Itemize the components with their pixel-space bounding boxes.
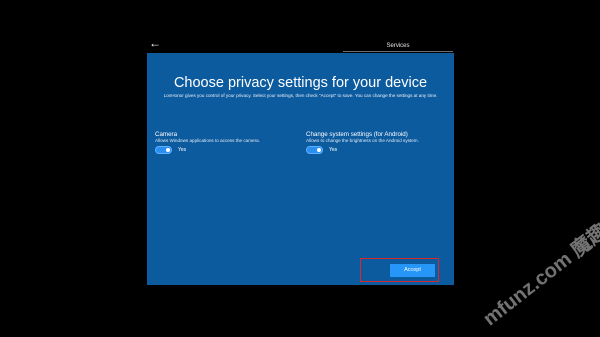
toggle-state-label: Yes bbox=[178, 147, 187, 153]
toggle-knob bbox=[166, 148, 170, 152]
setting-camera: Camera Allows Windows applications to ac… bbox=[155, 131, 295, 154]
setting-description: Allows to change the brightness on the A… bbox=[306, 138, 419, 143]
toggle-knob bbox=[317, 148, 321, 152]
toggle-state-label: Yes bbox=[329, 147, 338, 153]
watermark: mfunz.com 魔趣网 bbox=[479, 207, 600, 331]
toggle-row: Yes bbox=[306, 146, 446, 154]
toggle-row: Yes bbox=[155, 146, 295, 154]
tab-services[interactable]: Services bbox=[372, 41, 424, 51]
system-settings-toggle[interactable] bbox=[306, 146, 323, 154]
accept-button[interactable]: Accept bbox=[390, 264, 435, 277]
back-arrow-icon[interactable]: ← bbox=[149, 37, 161, 49]
tab-underline bbox=[343, 51, 453, 52]
setting-system: Change system settings (for Android) All… bbox=[306, 131, 446, 154]
page-title: Choose privacy settings for your device bbox=[173, 75, 428, 91]
camera-toggle[interactable] bbox=[155, 146, 172, 154]
setting-description: Allows Windows applications to access th… bbox=[155, 138, 260, 143]
privacy-dialog: Choose privacy settings for your device … bbox=[147, 53, 454, 285]
dialog-description: LonHonor gives you control of your priva… bbox=[163, 93, 438, 98]
